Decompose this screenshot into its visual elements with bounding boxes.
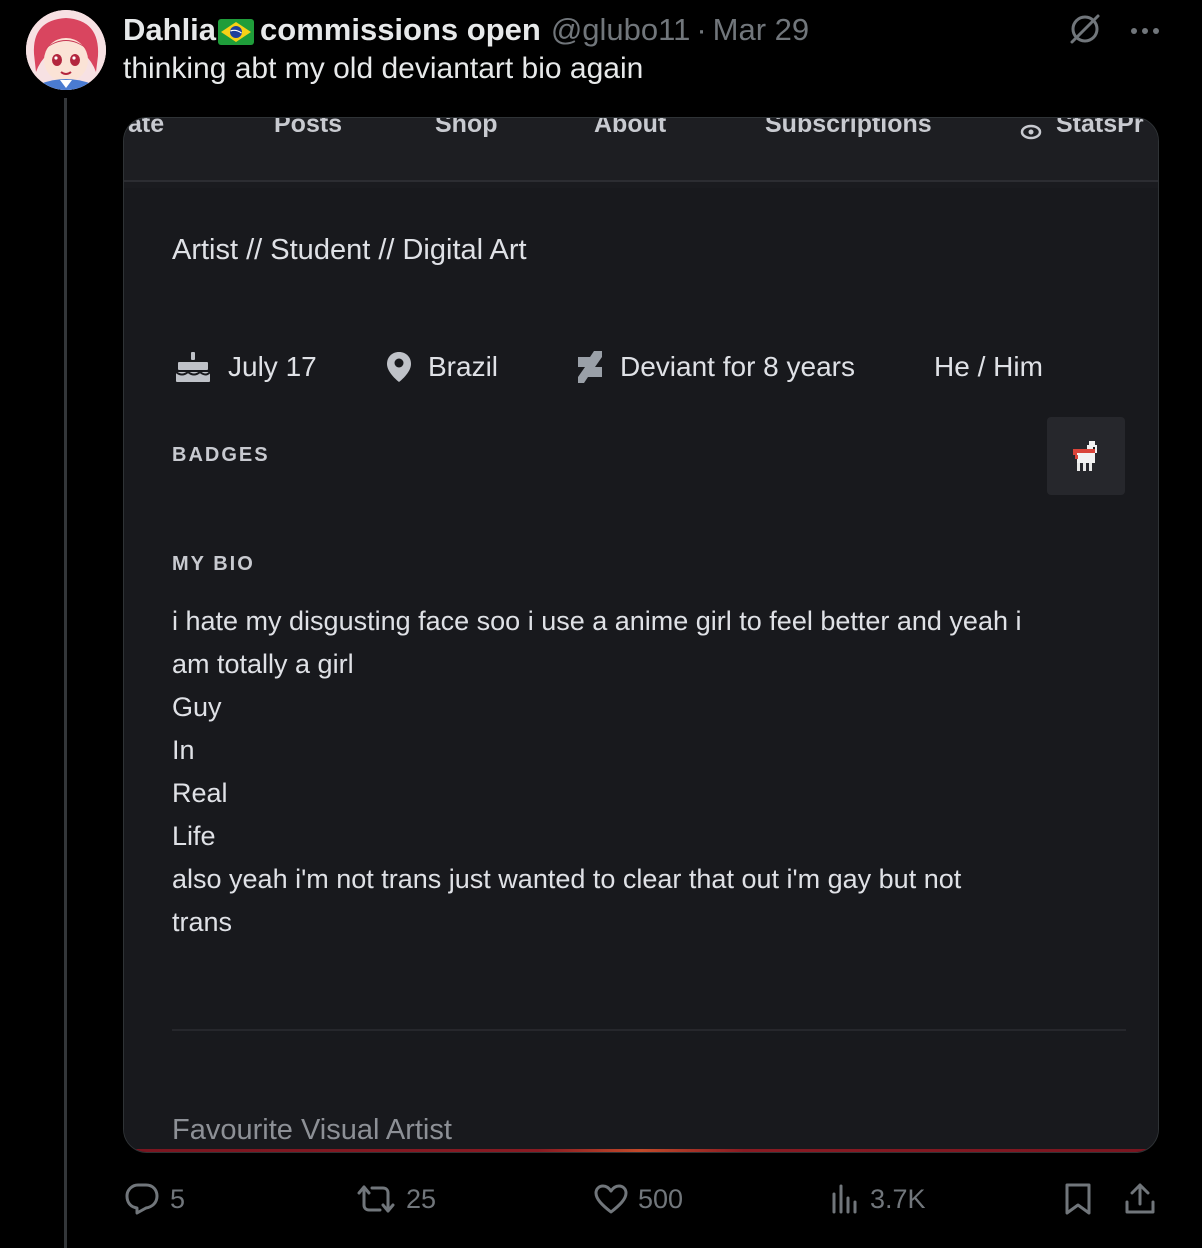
- llama-badge-icon: [1073, 441, 1097, 471]
- reply-count: 5: [170, 1183, 186, 1214]
- tweet-media-image[interactable]: ate Posts Shop About Subscriptions Stats…: [123, 117, 1159, 1153]
- bio-line: am totally a girl: [172, 649, 354, 679]
- birthday-text: July 17: [228, 351, 317, 382]
- media-bottom-bar: [124, 1149, 1158, 1152]
- nav-pro-fragment: Pr: [1117, 117, 1144, 138]
- tweet-actions: 5 25 500 3.7K: [0, 1176, 1202, 1222]
- meta-pronouns: He / Him: [934, 346, 1043, 388]
- bio-line: Guy: [172, 692, 222, 722]
- bio-line: also yeah i'm not trans just wanted to c…: [172, 864, 962, 894]
- user-handle[interactable]: @glubo11: [551, 12, 691, 48]
- header-actions: [1068, 12, 1160, 51]
- grok-icon[interactable]: [1068, 12, 1102, 51]
- repost-count: 25: [406, 1183, 437, 1214]
- avatar[interactable]: [26, 10, 106, 90]
- profile-tagline: Artist // Student // Digital Art: [172, 234, 527, 266]
- bookmark-icon: [1065, 1183, 1091, 1215]
- section-divider: [172, 1029, 1126, 1031]
- meta-deviant-since: Deviant for 8 years: [576, 346, 855, 388]
- favourite-artist-heading: Favourite Visual Artist: [172, 1114, 452, 1146]
- map-pin-icon: [387, 352, 411, 382]
- eye-icon: [1020, 118, 1042, 147]
- bio-line: Life: [172, 821, 216, 851]
- location-text: Brazil: [428, 351, 499, 382]
- meta-location: Brazil: [386, 346, 498, 388]
- brazil-flag-icon: [218, 17, 255, 45]
- like-count: 500: [638, 1183, 684, 1214]
- more-dots-icon[interactable]: [1130, 23, 1160, 41]
- repost-button[interactable]: 25: [356, 1176, 436, 1222]
- reply-icon: [125, 1183, 159, 1215]
- nav-item-subscriptions: Subscriptions: [765, 117, 932, 138]
- thread-line: [64, 98, 67, 1248]
- pronouns-text: He / Him: [934, 351, 1043, 382]
- tweet-text: thinking abt my old deviantart bio again: [123, 52, 644, 85]
- nav-stats-label: Stats: [1056, 117, 1118, 138]
- display-name-suffix[interactable]: commissions open: [260, 12, 541, 48]
- tweet-date[interactable]: Mar 29: [713, 12, 809, 48]
- member-since-text: Deviant for 8 years: [620, 351, 855, 382]
- separator-dot: ·: [696, 12, 707, 47]
- bio-line: In: [172, 735, 195, 765]
- meta-birthday: July 17: [174, 346, 317, 388]
- bio-label: MY BIO: [172, 553, 255, 575]
- avatar-image: [26, 10, 106, 90]
- view-count: 3.7K: [870, 1183, 926, 1214]
- cake-icon: [175, 352, 211, 382]
- deviantart-logo-icon: [578, 351, 602, 383]
- badges-label: BADGES: [172, 444, 270, 466]
- nav-item-about: About: [594, 117, 667, 138]
- tweet-header: Dahlia commissions open @glubo11 · Mar 2…: [123, 10, 809, 50]
- like-button[interactable]: 500: [594, 1176, 683, 1222]
- nav-item-posts: Posts: [274, 117, 343, 138]
- bio-line: i hate my disgusting face soo i use a an…: [172, 606, 1022, 636]
- nav-item-ate: ate: [128, 117, 165, 138]
- deviantart-profile-nav: ate Posts Shop About Subscriptions Stats…: [124, 118, 1158, 182]
- views-icon: [832, 1184, 857, 1214]
- bookmark-button[interactable]: [1064, 1176, 1102, 1222]
- share-button[interactable]: [1124, 1176, 1166, 1222]
- nav-item-stats: StatsPr: [1056, 117, 1144, 139]
- share-icon: [1125, 1183, 1155, 1214]
- nav-item-shop: Shop: [435, 117, 498, 138]
- bio-line: trans: [172, 907, 233, 937]
- reply-button[interactable]: 5: [124, 1176, 185, 1222]
- bio-line: Real: [172, 778, 228, 808]
- heart-icon: [594, 1184, 628, 1214]
- display-name[interactable]: Dahlia: [123, 12, 216, 48]
- bio-text: i hate my disgusting face soo i use a an…: [172, 600, 1132, 944]
- repost-icon: [357, 1185, 395, 1213]
- badge-item[interactable]: [1047, 417, 1125, 495]
- views-button[interactable]: 3.7K: [830, 1176, 926, 1222]
